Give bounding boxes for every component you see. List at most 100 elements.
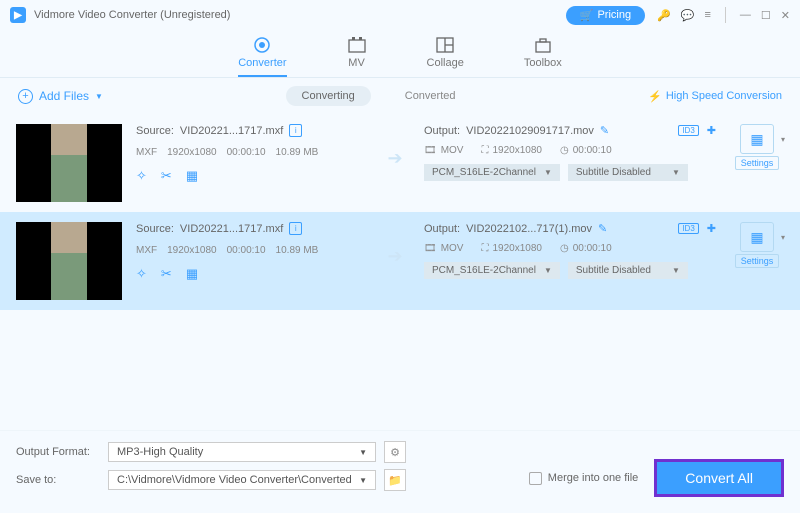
out-dur: 00:00:10 [573, 243, 612, 254]
chevron-down-icon: ▼ [95, 92, 103, 101]
lightning-icon: ⚡ [648, 90, 662, 103]
duration-value: 00:00:10 [227, 147, 266, 158]
audio-dropdown[interactable]: PCM_S16LE-2Channel▼ [424, 164, 560, 181]
enhance-icon[interactable]: ▦ [186, 266, 198, 282]
output-dropdowns: PCM_S16LE-2Channel▼ Subtitle Disabled ▼ [424, 164, 716, 181]
add-output-icon[interactable]: ✚ [707, 124, 716, 137]
id3-button[interactable]: ID3 [678, 125, 698, 136]
rename-icon[interactable]: ✎ [600, 124, 609, 137]
format-value: MXF [136, 245, 157, 256]
arrow-icon: ➔ [380, 246, 410, 267]
format-settings-icon[interactable]: ⚙ [384, 441, 406, 463]
segment-converting[interactable]: Converting [286, 86, 371, 106]
high-speed-label: High Speed Conversion [666, 90, 782, 102]
cut-icon[interactable]: ✂ [161, 168, 172, 184]
chevron-down-icon: ▼ [672, 168, 680, 177]
convert-all-button[interactable]: Convert All [654, 459, 784, 497]
source-filename: VID20221...1717.mxf [180, 223, 283, 235]
settings-button[interactable]: Settings [735, 254, 780, 268]
tab-toolbox[interactable]: Toolbox [524, 36, 562, 77]
tab-converter[interactable]: Converter [238, 36, 286, 77]
key-icon[interactable]: 🔑 [657, 9, 671, 22]
profile-icon-button[interactable]: ▦ [740, 222, 774, 252]
output-format-value: MP3-High Quality [117, 446, 203, 458]
audio-dropdown[interactable]: PCM_S16LE-2Channel▼ [424, 262, 560, 279]
output-filename: VID2022102...717(1).mov [466, 223, 592, 235]
maximize-icon[interactable]: ☐ [761, 9, 771, 22]
tab-label: Collage [427, 57, 464, 69]
settings-button[interactable]: Settings [735, 156, 780, 170]
source-actions: ✧ ✂ ▦ [136, 168, 366, 184]
info-icon[interactable]: i [289, 222, 302, 235]
id3-button[interactable]: ID3 [678, 223, 698, 234]
save-to-select[interactable]: C:\Vidmore\Vidmore Video Converter\Conve… [108, 470, 376, 490]
video-thumbnail[interactable] [16, 222, 122, 300]
minimize-icon[interactable]: — [740, 9, 751, 21]
output-column: Output: VID20221029091717.mov ✎ ID3 ✚ 🎞M… [424, 124, 716, 181]
main-tabs: Converter MV Collage Toolbox [0, 30, 800, 78]
tab-collage[interactable]: Collage [427, 36, 464, 77]
plus-icon: + [18, 89, 33, 104]
add-output-icon[interactable]: ✚ [707, 222, 716, 235]
pricing-label: Pricing [597, 9, 631, 21]
edit-icon[interactable]: ✧ [136, 168, 147, 184]
output-label: Output: [424, 125, 460, 137]
feedback-icon[interactable]: 💬 [681, 9, 695, 22]
save-to-label: Save to: [16, 474, 100, 486]
video-thumbnail[interactable] [16, 124, 122, 202]
add-files-label: Add Files [39, 89, 89, 103]
profile-icon-button[interactable]: ▦ [740, 124, 774, 154]
resolution-value: 1920x1080 [167, 245, 217, 256]
subtitle-dropdown[interactable]: Subtitle Disabled ▼ [568, 164, 688, 181]
source-actions: ✧ ✂ ▦ [136, 266, 366, 282]
tab-label: MV [348, 57, 365, 69]
chevron-down-icon: ▼ [672, 266, 680, 275]
status-segment: Converting Converted [103, 86, 648, 106]
menu-icon[interactable]: ≡ [704, 9, 710, 21]
add-files-button[interactable]: + Add Files ▼ [18, 89, 103, 104]
subtitle-value: Subtitle Disabled [576, 167, 651, 178]
high-speed-toggle[interactable]: ⚡ High Speed Conversion [648, 90, 782, 103]
output-format-select[interactable]: MP3-High Quality ▼ [108, 442, 376, 462]
output-line: Output: VID20221029091717.mov ✎ ID3 ✚ [424, 124, 716, 137]
out-res: 1920x1080 [492, 243, 542, 254]
window-title: Vidmore Video Converter (Unregistered) [34, 9, 566, 21]
rename-icon[interactable]: ✎ [598, 222, 607, 235]
titlebar: ▶ Vidmore Video Converter (Unregistered)… [0, 0, 800, 30]
tab-mv[interactable]: MV [347, 36, 367, 77]
info-icon[interactable]: i [289, 124, 302, 137]
edit-icon[interactable]: ✧ [136, 266, 147, 282]
settings-column: ▦ Settings [730, 222, 784, 268]
output-dropdowns: PCM_S16LE-2Channel▼ Subtitle Disabled▼ [424, 262, 716, 279]
output-meta: 🎞MOV ⛶1920x1080 ◷00:00:10 [424, 243, 716, 254]
cart-icon: 🛒 [580, 9, 594, 22]
file-item: Source: VID20221...1717.mxf i MXF 1920x1… [0, 212, 800, 310]
app-logo: ▶ [10, 7, 26, 23]
chevron-down-icon: ▼ [359, 476, 367, 485]
enhance-icon[interactable]: ▦ [186, 168, 198, 184]
close-icon[interactable]: ✕ [781, 9, 790, 22]
expand-icon: ⛶ [481, 243, 488, 254]
open-folder-icon[interactable]: 📁 [384, 469, 406, 491]
cut-icon[interactable]: ✂ [161, 266, 172, 282]
file-item: Source: VID20221...1717.mxf i MXF 1920x1… [0, 114, 800, 212]
subtitle-dropdown[interactable]: Subtitle Disabled▼ [568, 262, 688, 279]
tab-label: Toolbox [524, 57, 562, 69]
output-format-label: Output Format: [16, 446, 100, 458]
source-line: Source: VID20221...1717.mxf i [136, 124, 366, 137]
source-line: Source: VID20221...1717.mxf i [136, 222, 366, 235]
source-filename: VID20221...1717.mxf [180, 125, 283, 137]
segment-converted[interactable]: Converted [395, 86, 466, 106]
converter-icon [252, 36, 272, 54]
output-meta: 🎞MOV ⛶1920x1080 ◷00:00:10 [424, 145, 716, 156]
audio-value: PCM_S16LE-2Channel [432, 265, 536, 276]
merge-checkbox[interactable] [529, 472, 542, 485]
toolbox-icon [533, 36, 553, 54]
out-res: 1920x1080 [492, 145, 542, 156]
tab-label: Converter [238, 57, 286, 69]
mv-icon [347, 36, 367, 54]
settings-column: ▦ Settings [730, 124, 784, 170]
pricing-button[interactable]: 🛒 Pricing [566, 6, 645, 25]
film-icon: 🎞 [424, 145, 437, 156]
arrow-icon: ➔ [380, 148, 410, 169]
